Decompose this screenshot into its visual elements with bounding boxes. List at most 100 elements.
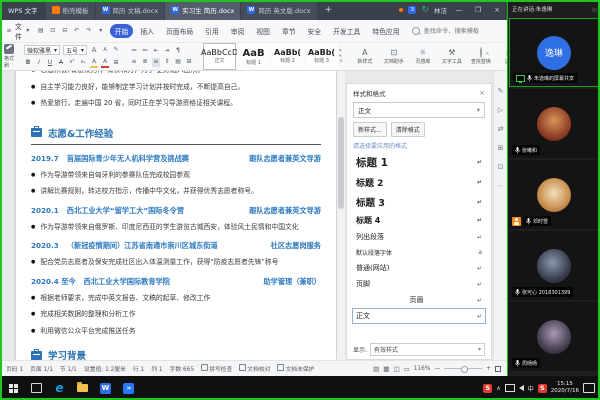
doc-assistant-button[interactable]: ⊡ 文档助手 — [382, 49, 406, 65]
participant-tile[interactable]: 张可心 2018301399 — [509, 231, 599, 300]
zoom-slider[interactable] — [444, 368, 482, 369]
volume-icon[interactable] — [519, 385, 524, 391]
participant-tile[interactable]: 周旸旸 — [509, 302, 599, 371]
styles-panel-close-icon[interactable]: × — [479, 89, 485, 97]
taskbar-clock[interactable]: 15:15 2020/7/16 — [551, 381, 579, 395]
align-left-icon[interactable]: ≡ — [130, 58, 138, 67]
text-effects-icon[interactable]: ✎ — [112, 46, 120, 55]
underline-button[interactable]: U — [46, 58, 54, 67]
ribbon-tab-section[interactable]: 章节 — [277, 24, 301, 38]
decrease-indent-icon[interactable]: ⇤ — [152, 47, 160, 56]
spellcheck-button[interactable]: 拼写检查 — [201, 364, 232, 373]
hidden-icons-chevron[interactable]: ∧ — [496, 385, 500, 392]
style-item-body-selected[interactable]: 正文↵ — [352, 308, 486, 324]
comment-pane-icon[interactable]: ⊡ — [498, 163, 504, 171]
new-tab-button[interactable]: + — [318, 0, 340, 20]
cloud-sync-icon[interactable]: ↻ — [421, 6, 429, 15]
maximize-button[interactable]: ❐ — [471, 0, 485, 20]
zoom-in-button[interactable]: + — [486, 366, 491, 372]
zoom-slider-thumb[interactable] — [461, 366, 468, 373]
find-replace-button[interactable]: 查找替换 — [469, 49, 493, 65]
command-search-input[interactable] — [422, 27, 504, 36]
sogou-ime-icon[interactable]: S — [538, 384, 547, 393]
user-name[interactable]: 林洁 — [434, 5, 447, 15]
paragraph-mark-icon[interactable]: ¶ — [174, 47, 182, 56]
style-item-heading1[interactable]: 标题 1↵ — [352, 152, 486, 173]
close-button[interactable]: × — [490, 0, 504, 20]
ribbon-tab-review[interactable]: 审阅 — [226, 24, 250, 38]
new-style-button[interactable]: A 新样式 — [353, 49, 377, 65]
font-family-select[interactable]: 微软雅黑▾ — [24, 45, 60, 55]
meeting-taskbar-button[interactable]: ›› — [117, 376, 140, 400]
zoom-value[interactable]: 116% — [414, 366, 431, 372]
style-gallery-item-heading2[interactable]: AaBb( 标题 2 — [271, 43, 304, 70]
line-spacing-icon[interactable]: ⇕ — [163, 58, 171, 67]
current-style-dropdown[interactable]: 正文▾ — [353, 102, 485, 118]
display-icon[interactable] — [505, 384, 515, 392]
italic-button[interactable]: I — [35, 58, 43, 67]
sogou-icon[interactable]: S — [483, 384, 492, 393]
style-gallery-item-normal[interactable]: AaBbCcD 正文 — [203, 43, 236, 70]
edit-pen-icon[interactable]: ✎ — [498, 87, 504, 95]
borders-icon[interactable]: ⊞ — [185, 58, 193, 67]
undo-icon[interactable]: ↶ — [73, 27, 81, 36]
style-item-normal-web[interactable]: 普通(网站)↵ — [352, 260, 486, 276]
style-gallery-item-heading1[interactable]: AaB 标题 1 — [237, 43, 270, 70]
wps-taskbar-button[interactable]: W — [94, 376, 117, 400]
bold-button[interactable]: B — [24, 58, 32, 67]
tab-document-2-active[interactable]: W 实习生 简历.docx — [165, 0, 240, 20]
style-item-heading2[interactable]: 标题 2↵ — [352, 173, 486, 192]
align-center-icon[interactable]: ≣ — [141, 58, 149, 67]
view-mode-page-icon[interactable]: ▤ — [373, 365, 379, 373]
more-tools-icon[interactable]: ⋯ — [497, 182, 504, 190]
participant-tile[interactable]: 张曦和 — [509, 89, 599, 158]
tab-docer-template[interactable]: 稻壳模板 — [46, 0, 95, 20]
edge-taskbar-button[interactable]: e — [48, 376, 71, 400]
tab-document-3[interactable]: W 简历 英文版.docx — [241, 0, 316, 20]
style-item-header[interactable]: 页眉↵ — [352, 292, 486, 308]
unread-badge[interactable]: 3 — [408, 6, 417, 14]
character-shading-icon[interactable]: ⊞ — [112, 58, 120, 67]
share-panel-icon[interactable]: ⇄ — [498, 125, 504, 133]
style-gallery-item-heading3[interactable]: AaBb( 标题 3 — [305, 43, 338, 70]
style-item-default-font[interactable]: 默认段落字体a — [352, 245, 486, 260]
font-color-button[interactable]: A — [101, 57, 109, 68]
export-icon[interactable]: ⊡ — [49, 27, 57, 36]
text-tools-button[interactable]: ⚒ 文字工具 — [440, 49, 464, 65]
zoom-out-button[interactable]: — — [434, 366, 440, 372]
document-scrollbar[interactable] — [337, 71, 345, 360]
ribbon-tab-home[interactable]: 开始 — [110, 24, 134, 38]
explorer-taskbar-button[interactable] — [71, 376, 94, 400]
align-justify-icon[interactable]: ≡ — [152, 58, 160, 67]
action-center-icon[interactable] — [583, 383, 595, 393]
task-view-button[interactable] — [25, 376, 48, 400]
view-mode-web-icon[interactable]: ▦ — [383, 365, 389, 373]
ribbon-tab-security[interactable]: 安全 — [303, 24, 327, 38]
save-icon[interactable]: ▤ — [37, 27, 45, 36]
minimize-button[interactable]: — — [452, 0, 466, 20]
subscript-button[interactable]: x₂ — [79, 58, 87, 67]
tab-document-1[interactable]: W 简历 文稿.docx — [96, 0, 165, 20]
fit-page-icon[interactable] — [495, 366, 501, 372]
qat-more-icon[interactable]: ▾ — [97, 27, 105, 36]
participant-tile[interactable]: 邓时雪 — [509, 160, 599, 229]
proofread-button[interactable]: 文档校对 — [239, 364, 270, 373]
view-mode-fullscreen-icon[interactable]: ▭ — [404, 365, 410, 373]
ime-language-icon[interactable]: 中 — [528, 384, 534, 393]
word-count-status[interactable]: 字数 665 — [170, 364, 195, 373]
superscript-button[interactable]: x² — [68, 58, 76, 67]
select-pointer-icon[interactable]: ▷ — [498, 106, 503, 114]
ribbon-tab-developer[interactable]: 开发工具 — [328, 24, 365, 38]
ribbon-tab-special-features[interactable]: 特色应用 — [367, 24, 404, 38]
new-style-button[interactable]: 新样式... — [353, 122, 387, 137]
view-mode-outline-icon[interactable]: ◫ — [393, 365, 399, 373]
font-size-select[interactable]: 五号▾ — [63, 45, 87, 55]
ribbon-tab-page-layout[interactable]: 页面布局 — [161, 24, 198, 38]
participant-tile-sharing[interactable]: 逸琳 朱逸琳的屏幕共享 — [509, 18, 599, 87]
document-page[interactable]: ●心态积极(有感染力)，有亲和力，为了 更好融入团队。 ●自主学习能力良好，能够… — [16, 71, 336, 360]
shrink-font-icon[interactable]: A — [101, 46, 109, 55]
strikethrough-button[interactable]: A — [57, 58, 65, 67]
ribbon-tab-view[interactable]: 视图 — [251, 24, 275, 38]
number-list-icon[interactable]: ≕ — [141, 47, 149, 56]
clear-format-button[interactable]: 清除格式 — [391, 122, 425, 137]
